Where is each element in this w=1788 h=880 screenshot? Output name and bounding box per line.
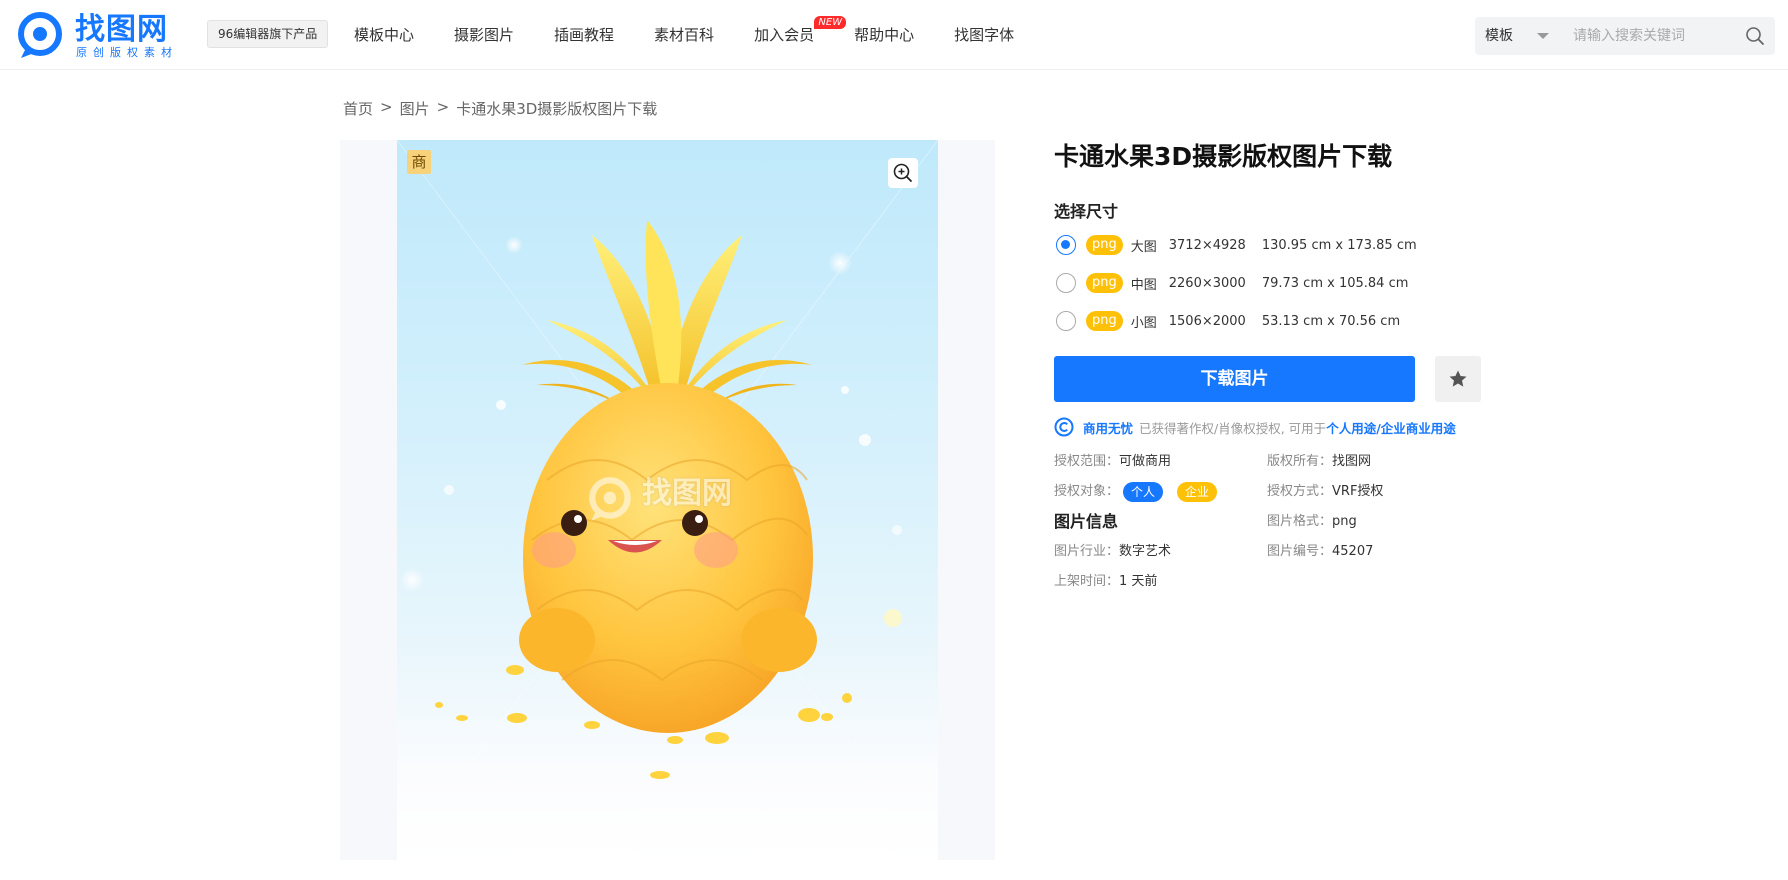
- size-pixels: 3712×4928: [1168, 237, 1246, 253]
- download-button[interactable]: 下载图片: [1054, 356, 1415, 402]
- nav-join-member[interactable]: 加入会员 NEW: [754, 0, 847, 70]
- image-info-heading: 图片信息: [1054, 512, 1119, 531]
- watermark-logo-icon: [589, 477, 631, 521]
- logo-text: 找图网: [75, 12, 168, 47]
- radio-large[interactable]: [1056, 235, 1076, 255]
- license-strong: 商用无忧: [1083, 420, 1134, 436]
- meta-value: png: [1332, 514, 1357, 529]
- target-enterprise-pill: 企业: [1177, 482, 1218, 502]
- image-title: 卡通水果3D摄影版权图片下载: [1054, 142, 1393, 171]
- target-personal-pill: 个人: [1123, 482, 1164, 502]
- size-cm: 130.95 cm x 173.85 cm: [1261, 237, 1417, 253]
- meta-value: 数字艺术: [1119, 544, 1172, 559]
- meta-key: 上架时间：: [1054, 574, 1120, 589]
- nav-help-center[interactable]: 帮助中心: [854, 0, 914, 70]
- meta-key: 授权方式：: [1267, 484, 1333, 499]
- star-icon: [1449, 370, 1467, 387]
- nav-material-wiki[interactable]: 素材百科: [654, 0, 714, 70]
- license-usage-link[interactable]: 个人用途/企业商业用途: [1326, 418, 1456, 437]
- breadcrumb-home[interactable]: 首页: [343, 98, 373, 119]
- meta-value: VRF授权: [1332, 484, 1384, 499]
- meta-value: 可做商用: [1119, 454, 1172, 469]
- logo-mark-icon: [18, 12, 62, 58]
- meta-key: 授权对象：: [1054, 484, 1120, 499]
- format-badge: png: [1086, 311, 1123, 331]
- meta-value: 1 天前: [1119, 574, 1158, 589]
- image-preview-panel: 商 找图网: [340, 140, 995, 860]
- meta-industry: 图片行业： 数字艺术: [1054, 542, 1171, 562]
- watermark: 找图网: [587, 475, 757, 525]
- size-section-label: 选择尺寸: [1054, 202, 1119, 221]
- search-category-select[interactable]: 模板: [1485, 17, 1513, 55]
- size-option-medium[interactable]: png 中图 2260×3000 79.73 cm x 105.84 cm: [1056, 271, 1408, 295]
- nav-photography[interactable]: 摄影图片: [454, 0, 514, 70]
- meta-method: 授权方式： VRF授权: [1267, 482, 1383, 502]
- meta-id: 图片编号： 45207: [1267, 542, 1373, 562]
- breadcrumb-images[interactable]: 图片: [400, 98, 430, 119]
- meta-upload-time: 上架时间： 1 天前: [1054, 572, 1157, 592]
- zoom-in-button[interactable]: [888, 158, 918, 188]
- radio-medium[interactable]: [1056, 273, 1076, 293]
- size-pixels: 1506×2000: [1168, 313, 1246, 329]
- meta-value: 找图网: [1332, 454, 1372, 469]
- meta-key: 图片行业：: [1054, 544, 1120, 559]
- product-tag[interactable]: 96编辑器旗下产品: [207, 20, 329, 48]
- radio-small[interactable]: [1056, 311, 1076, 331]
- chevron-down-icon[interactable]: [1537, 33, 1549, 39]
- meta-owner: 版权所有： 找图网: [1267, 452, 1371, 472]
- size-option-large[interactable]: png 大图 3712×4928 130.95 cm x 173.85 cm: [1056, 233, 1417, 257]
- meta-value: 45207: [1332, 544, 1374, 559]
- breadcrumb: 首页 > 图片 > 卡通水果3D摄影版权图片下载: [343, 98, 657, 119]
- watermark-text: 找图网: [642, 476, 732, 511]
- search-icon[interactable]: [1745, 26, 1765, 46]
- meta-key: 图片编号：: [1267, 544, 1333, 559]
- size-pixels: 2260×3000: [1168, 275, 1246, 291]
- meta-key: 版权所有：: [1267, 454, 1333, 469]
- size-cm: 53.13 cm x 70.56 cm: [1261, 313, 1401, 329]
- search-input[interactable]: [1573, 17, 1733, 55]
- logo-subtitle: 原创版权素材: [76, 46, 178, 59]
- format-badge: png: [1086, 273, 1123, 293]
- breadcrumb-separator: >: [380, 98, 393, 116]
- size-name: 小图: [1130, 315, 1157, 331]
- size-option-small[interactable]: png 小图 1506×2000 53.13 cm x 70.56 cm: [1056, 309, 1400, 333]
- breadcrumb-separator: >: [436, 98, 450, 116]
- nav-join-member-label: 加入会员: [754, 26, 815, 44]
- meta-key: 授权范围：: [1054, 454, 1120, 469]
- top-header: 找图网 原创版权素材 96编辑器旗下产品 模板中心 摄影图片 插画教程 素材百科…: [0, 0, 1788, 70]
- favorite-button[interactable]: [1435, 356, 1481, 402]
- preview-image[interactable]: 商 找图网: [397, 140, 938, 860]
- nav-fonts[interactable]: 找图字体: [954, 0, 1014, 70]
- size-name: 中图: [1130, 277, 1157, 293]
- site-logo[interactable]: 找图网 原创版权素材: [18, 12, 178, 60]
- main-nav: 模板中心 摄影图片 插画教程 素材百科 加入会员 NEW 帮助中心 找图字体: [354, 0, 1054, 70]
- search-box: 模板: [1475, 17, 1775, 55]
- new-badge: NEW: [814, 16, 847, 29]
- commercial-badge: 商: [407, 150, 431, 174]
- license-desc: 已获得著作权/肖像权授权, 可用于: [1139, 420, 1327, 436]
- breadcrumb-current: 卡通水果3D摄影版权图片下载: [456, 100, 658, 118]
- size-name: 大图: [1130, 239, 1157, 255]
- meta-scope: 授权范围： 可做商用: [1054, 452, 1171, 472]
- copyright-icon: [1054, 417, 1074, 437]
- meta-key: 图片格式：: [1267, 514, 1333, 529]
- meta-format: 图片格式： png: [1267, 512, 1357, 532]
- meta-target: 授权对象： 个人 企业: [1054, 482, 1227, 502]
- license-line: 商用无忧 已获得著作权/肖像权授权, 可用于 个人用途/企业商业用途: [1054, 416, 1456, 438]
- nav-template-center[interactable]: 模板中心: [354, 0, 414, 70]
- nav-illustration-tutorial[interactable]: 插画教程: [554, 0, 614, 70]
- zoom-in-icon: [893, 163, 912, 182]
- format-badge: png: [1086, 235, 1123, 255]
- size-cm: 79.73 cm x 105.84 cm: [1261, 275, 1409, 291]
